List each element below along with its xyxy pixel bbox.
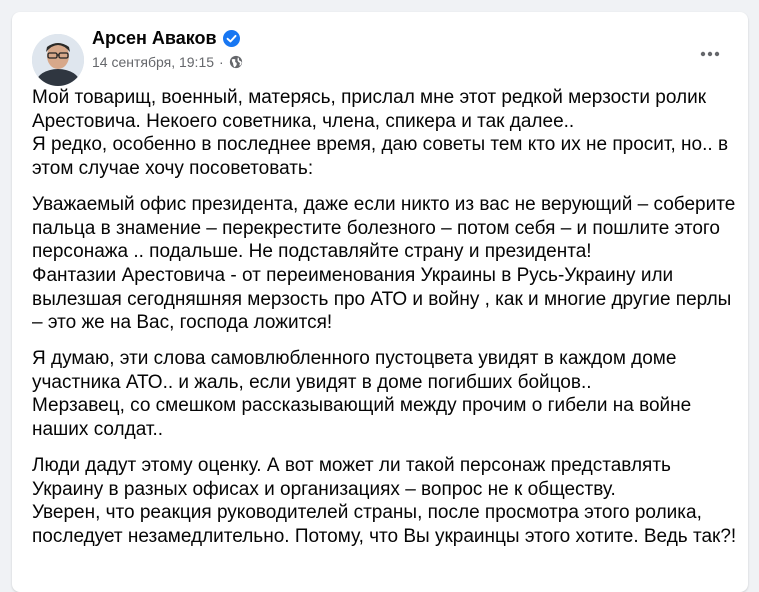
text-line: – это же на Вас, господа ложится!: [32, 312, 333, 334]
post-card: Арсен Аваков 14 сентября, 19:15 · Мой то…: [12, 12, 748, 592]
post-paragraph-2: Уважаемый офис президента, даже если ник…: [32, 193, 736, 335]
text-line: Фантазии Арестовича - от переименования …: [32, 264, 674, 286]
text-line: Уважаемый офис президента, даже если ник…: [32, 193, 736, 215]
text-line: вылезшая сегодняшняя мерзость про АТО и …: [32, 288, 732, 310]
text-line: Я думаю, эти слова самовлюбленного пусто…: [32, 348, 677, 370]
text-line: Люди дадут этому оценку. А вот может ли …: [32, 454, 671, 476]
post-paragraph-3: Я думаю, эти слова самовлюбленного пусто…: [32, 347, 732, 442]
author-name[interactable]: Арсен Аваков: [92, 28, 217, 49]
author-row: Арсен Аваков: [92, 28, 240, 49]
text-line: Уверен, что реакция руководителей страны…: [32, 502, 702, 524]
text-line: наших солдат..: [32, 419, 164, 441]
post-paragraph-1: Мой товарищ, военный, матерясь, прислал …: [32, 86, 732, 181]
post-text: Мой товарищ, военный, матерясь, прислал …: [32, 86, 737, 561]
verified-badge-icon: [222, 30, 240, 47]
avatar-photo: [32, 34, 84, 86]
author-avatar[interactable]: [32, 34, 84, 86]
text-line: участника АТО.. и жаль, если увидят в до…: [32, 371, 592, 393]
text-line: Я редко, особенно в последнее время, даю…: [32, 134, 729, 156]
post-timestamp[interactable]: 14 сентября, 19:15: [92, 54, 214, 70]
post-meta: 14 сентября, 19:15 ·: [92, 54, 243, 70]
more-options-button[interactable]: [692, 36, 728, 72]
text-line: Мерзавец, со смешком рассказывающий межд…: [32, 395, 692, 417]
text-line: пальца в знамение – перекрестите болезно…: [32, 217, 720, 239]
meta-separator: ·: [219, 54, 224, 70]
text-line: Арестовича. Некоего советника, члена, сп…: [32, 110, 575, 132]
more-options-icon: [700, 51, 720, 57]
text-line: Украину в разных офисах и организациях –…: [32, 478, 616, 500]
text-line: последует незамедлительно. Потому, что В…: [32, 525, 737, 547]
text-line: Мой товарищ, военный, матерясь, прислал …: [32, 87, 707, 108]
post-paragraph-4: Люди дадут этому оценку. А вот может ли …: [32, 454, 737, 549]
text-line: персонажа .. подальше. Не подставляйте с…: [32, 241, 592, 263]
globe-icon[interactable]: [229, 55, 243, 69]
text-line: этом случае хочу посоветовать:: [32, 158, 314, 180]
